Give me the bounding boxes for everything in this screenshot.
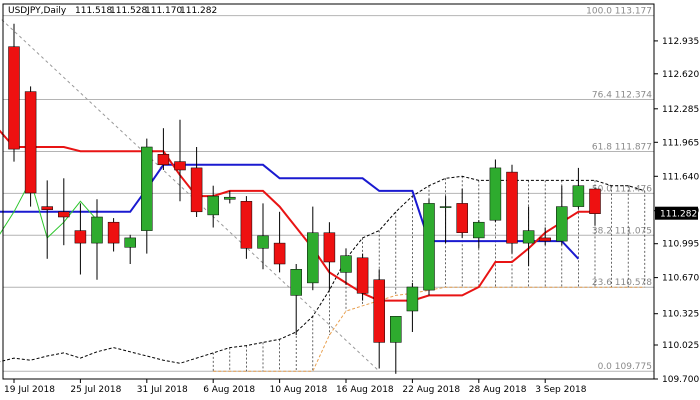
candle-body [439,206,452,208]
candle-body [141,146,153,231]
candle-body [506,171,518,244]
candle-body [307,232,319,284]
candle-body [74,230,87,244]
candle-body [390,316,402,343]
candle-body [207,195,219,216]
candle-body [572,185,585,207]
ohlc-high: 111.528 [110,6,147,16]
candle-body [240,201,253,249]
y-tick-label-3: 111.965 [662,138,699,148]
y-tick-label-6: 110.995 [662,240,699,250]
y-tick-label-1: 112.620 [662,70,699,80]
candle [506,164,518,254]
chart-canvas: 100.0 113.17776.4 112.37461.8 111.87750.… [0,0,700,400]
candle-body [489,167,502,221]
fib-label-2: 61.8 111.877 [592,143,652,153]
candle-body [190,167,203,213]
fib-label-6: 0.0 109.775 [598,362,652,372]
candle-body [373,279,385,343]
x-tick-label-3: 6 Aug 2018 [203,385,255,395]
candle-body [124,237,136,248]
candle-body [91,216,103,244]
x-tick-label-5: 16 Aug 2018 [336,385,394,395]
y-tick-label-2: 112.285 [662,105,699,115]
candle-body [522,230,535,244]
candle-body [58,211,70,218]
fib-label-4: 38.2 111.075 [592,226,652,236]
candle-body [356,257,369,294]
candle-body [107,221,120,244]
candle-body [273,242,286,265]
candle-body [473,221,485,239]
current-price-label: 111.282 [660,210,697,220]
price-chart: 100.0 113.177 76.4 112.374 61.8 111.877 50.… [0,0,700,400]
candle-body [8,46,20,150]
candle [489,159,502,223]
x-tick-label-0: 19 Jul 2018 [4,385,55,395]
candle-body [257,235,269,249]
x-tick-label-7: 28 Aug 2018 [469,385,527,395]
fib-label-1: 76.4 112.374 [592,91,652,101]
fib-label-0: 100.0 113.177 [586,7,652,17]
candle-body [456,203,468,233]
y-tick-label-10: 109.700 [662,375,699,385]
candle-body [41,206,53,210]
candle-body [224,196,236,200]
candle-body [589,188,601,214]
ohlc-close: 111.282 [180,6,217,16]
candle-body [174,161,186,171]
x-tick-label-4: 10 Aug 2018 [270,385,328,395]
y-tick-label-4: 111.640 [662,172,699,182]
candle-body [406,286,419,312]
candle-body [157,154,170,166]
y-tick-label-0: 112.935 [662,37,699,47]
candle-body [556,206,568,242]
candle [24,86,37,207]
candle-body [24,91,37,194]
candle-body [539,237,551,242]
candle-body [323,232,336,263]
candle-body [290,269,302,296]
y-tick-label-7: 110.670 [662,274,699,284]
x-tick-label-1: 25 Jul 2018 [70,385,121,395]
candle-body [340,255,352,273]
y-tick-label-8: 110.325 [662,310,699,320]
candle-body [423,203,435,291]
x-tick-label-2: 31 Jul 2018 [137,385,188,395]
ohlc-low: 111.170 [145,6,182,16]
chart-title: USDJPY,Daily [8,6,67,16]
candle [423,199,435,296]
x-tick-label-8: 3 Sep 2018 [535,385,587,395]
ohlc-open: 111.518 [75,6,112,16]
x-tick-label-6: 22 Aug 2018 [402,385,460,395]
y-tick-label-9: 110.025 [662,341,699,351]
